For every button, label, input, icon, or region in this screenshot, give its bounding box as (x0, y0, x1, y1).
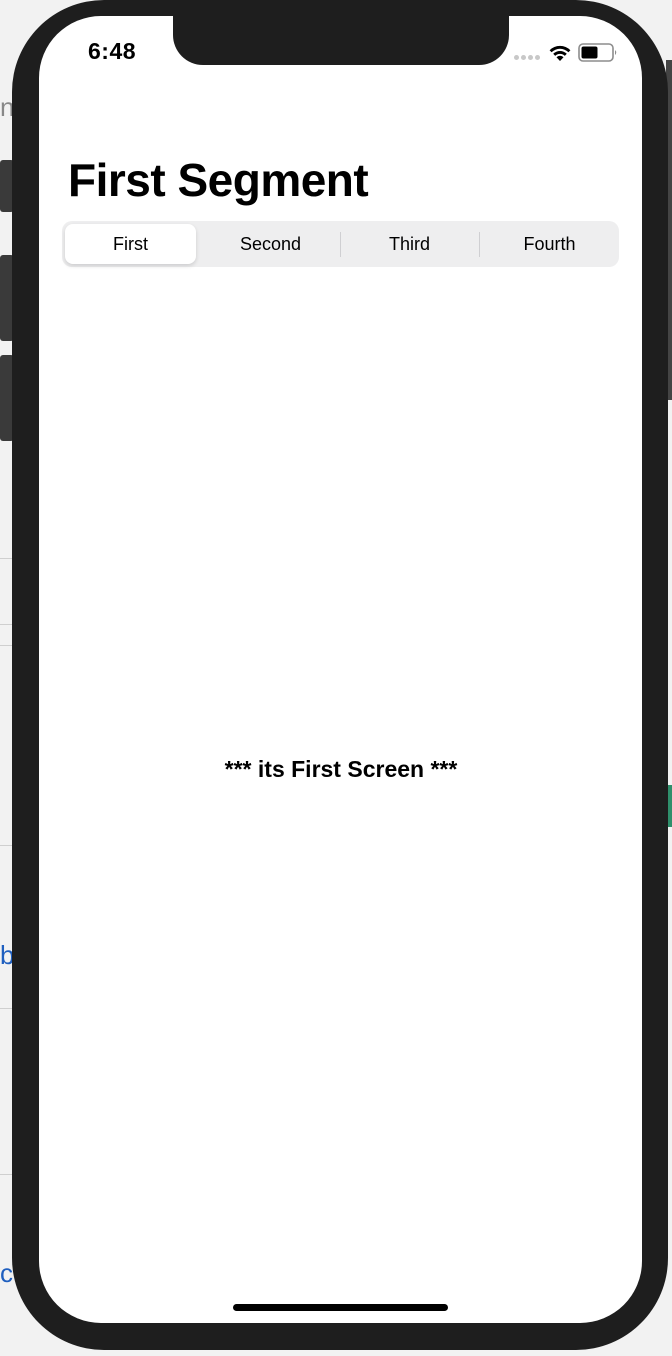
home-indicator[interactable] (233, 1304, 448, 1311)
phone-notch (173, 16, 509, 65)
battery-icon (578, 43, 617, 62)
segment-first[interactable]: First (65, 224, 196, 264)
screen-message: *** its First Screen *** (224, 756, 458, 782)
segment-label: Fourth (523, 233, 576, 254)
segment-label: Second (239, 233, 302, 254)
segment-label: Third (388, 233, 430, 254)
status-bar-time: 6:48 (88, 38, 137, 64)
background-glyph: c (0, 1258, 13, 1288)
segmented-control: First Second Third Fourth (62, 221, 619, 267)
phone-screen (39, 16, 642, 1323)
segment-label: First (113, 233, 148, 254)
segment-third[interactable]: Third (340, 221, 479, 267)
segment-second[interactable]: Second (201, 221, 340, 267)
page-title: First Segment (68, 154, 369, 206)
segment-fourth[interactable]: Fourth (480, 221, 619, 267)
cellular-signal-icon (514, 55, 540, 60)
wifi-icon (549, 45, 571, 61)
